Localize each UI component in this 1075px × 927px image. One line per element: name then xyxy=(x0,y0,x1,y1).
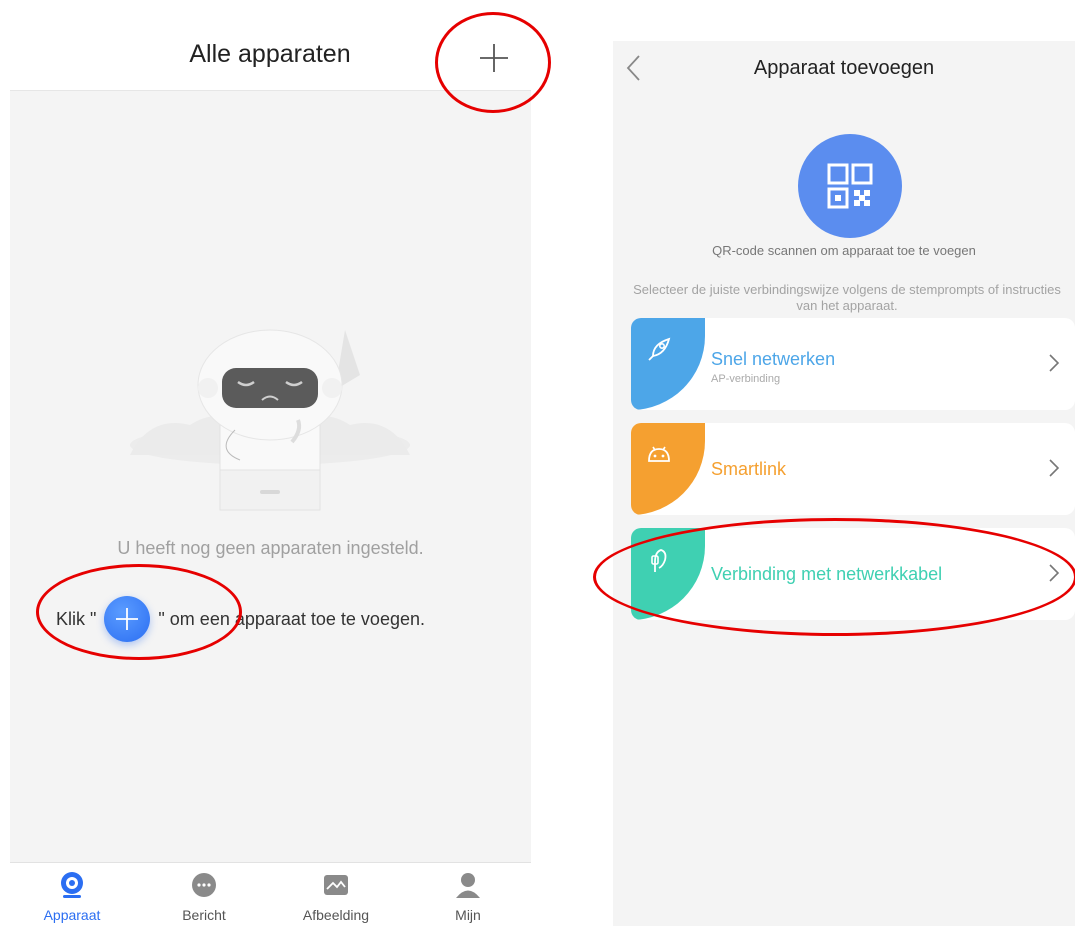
tab-label: Mijn xyxy=(455,907,481,923)
page-title: Apparaat toevoegen xyxy=(753,57,935,79)
option-title: Smartlink xyxy=(711,459,787,479)
qr-caption: QR-code scannen om apparaat toe te voege… xyxy=(712,243,976,258)
instructions-text: Selecteer de juiste verbindingswijze vol… xyxy=(633,282,1061,313)
empty-robot-illustration xyxy=(130,329,410,511)
android-icon xyxy=(648,446,670,462)
bottom-tab-bar: Apparaat Bericht Afbeelding Mijn xyxy=(10,862,531,927)
image-icon xyxy=(324,875,348,895)
tab-label: Bericht xyxy=(182,907,226,923)
camera-icon xyxy=(61,872,83,898)
option-snel-netwerken[interactable]: Snel netwerken AP-verbinding xyxy=(631,318,1075,410)
option-title: Snel netwerken xyxy=(711,349,836,369)
tab-apparaat[interactable]: Apparaat xyxy=(24,863,120,927)
annotation-ellipse xyxy=(36,564,242,660)
rocket-icon xyxy=(648,337,671,361)
tab-afbeelding[interactable]: Afbeelding xyxy=(288,863,384,927)
annotation-ellipse xyxy=(593,518,1075,636)
all-devices-screen: Alle apparaten U heeft nog geen apparate… xyxy=(0,0,540,927)
message-icon xyxy=(192,873,216,897)
tab-label: Apparaat xyxy=(43,907,101,923)
tab-mijn[interactable]: Mijn xyxy=(420,863,516,927)
chevron-right-icon xyxy=(1049,459,1060,477)
header: Apparaat toevoegen xyxy=(613,41,1075,97)
add-device-screen: Apparaat toevoegen QR-code scannen om ap… xyxy=(613,41,1075,926)
empty-message: U heeft nog geen apparaten ingesteld. xyxy=(117,538,424,558)
option-subtitle: AP-verbinding xyxy=(711,373,781,385)
option-smartlink[interactable]: Smartlink xyxy=(631,423,1075,515)
scan-qr-button[interactable] xyxy=(798,134,902,238)
person-icon xyxy=(456,873,480,898)
tab-bericht[interactable]: Bericht xyxy=(156,863,252,927)
qr-code-icon xyxy=(827,163,873,209)
chevron-right-icon xyxy=(1049,354,1060,372)
tab-label: Afbeelding xyxy=(302,907,370,923)
annotation-ellipse xyxy=(435,12,551,113)
